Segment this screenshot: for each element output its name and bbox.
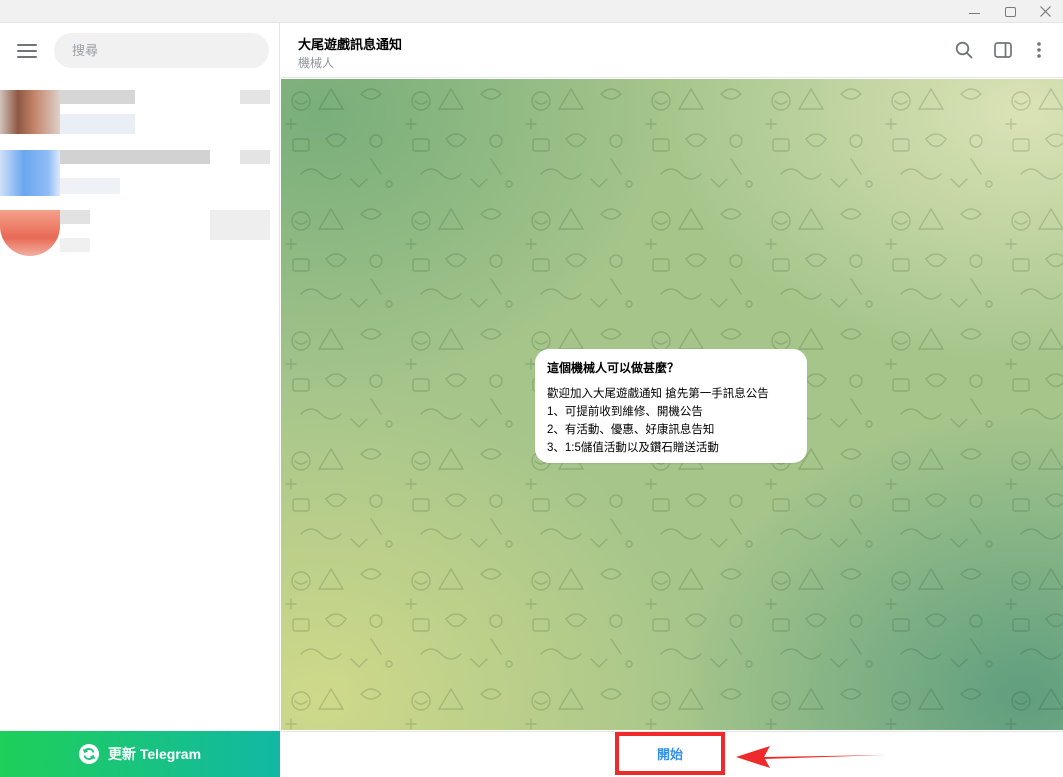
chat-name-obscured: [60, 150, 210, 164]
bot-info-line: 3、1:5儲值活動以及鑽石贈送活動: [547, 442, 719, 454]
chat-wallpaper: 這個機械人可以做甚麼？ 歡迎加入大尾遊戲通知 搶先第一手訊息公告 1、可提前收到…: [281, 79, 1063, 730]
bot-info-bubble: 這個機械人可以做甚麼？ 歡迎加入大尾遊戲通知 搶先第一手訊息公告 1、可提前收到…: [535, 349, 807, 463]
chat-list-item[interactable]: [0, 140, 272, 202]
minimize-icon: [968, 13, 980, 14]
chat-title[interactable]: 大尾遊戲訊息通知: [298, 34, 402, 53]
chat-name-obscured: [60, 90, 135, 104]
chat-name-obscured: [60, 210, 90, 224]
search-box[interactable]: [54, 33, 269, 68]
avatar: [0, 150, 60, 196]
search-icon[interactable]: [951, 37, 977, 63]
start-button[interactable]: 開始: [657, 744, 683, 763]
close-icon: [1039, 6, 1051, 17]
chat-list-item[interactable]: [0, 202, 272, 264]
pointer-arrow-icon: [736, 746, 886, 768]
avatar: [0, 210, 60, 256]
bot-info-line: 1、可提前收到維修、開機公告: [547, 406, 703, 418]
update-telegram-label: 更新 Telegram: [107, 746, 202, 762]
menu-icon[interactable]: [17, 44, 37, 58]
sidebar-toggle-icon[interactable]: [990, 37, 1016, 63]
refresh-icon: [78, 744, 99, 764]
bot-info-line: 歡迎加入大尾遊戲通知 搶先第一手訊息公告: [547, 388, 769, 400]
chat-header: 大尾遊戲訊息通知 機械人: [281, 23, 1063, 78]
bot-info-line: 2、有活動、優惠、好康訊息告知: [547, 424, 715, 436]
chat-preview-obscured: [60, 114, 135, 134]
chat-list-item[interactable]: [0, 78, 272, 140]
chat-preview-obscured: [60, 238, 90, 252]
chat-subtitle: 機械人: [298, 56, 335, 70]
close-button[interactable]: [1025, 0, 1063, 23]
search-input[interactable]: [72, 43, 252, 58]
window-titlebar: [0, 0, 1063, 23]
bot-info-title: 這個機械人可以做甚麼？: [547, 361, 680, 375]
maximize-icon: [1004, 6, 1016, 17]
maximize-button[interactable]: [990, 0, 1030, 23]
start-button-highlight: 開始: [615, 732, 725, 775]
avatar: [0, 90, 60, 134]
update-telegram-button[interactable]: 更新 Telegram: [0, 731, 280, 777]
minimize-button[interactable]: [954, 0, 994, 23]
chat-preview-obscured: [60, 178, 120, 194]
more-vertical-icon[interactable]: [1026, 37, 1052, 63]
sidebar: 更新 Telegram: [0, 23, 280, 777]
